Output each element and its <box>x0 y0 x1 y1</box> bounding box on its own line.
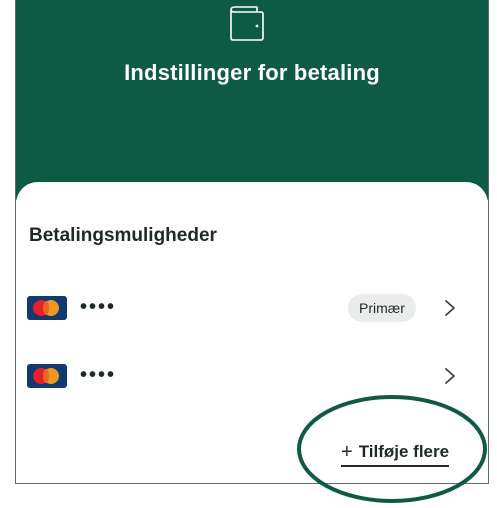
payment-method-row[interactable]: •••• Primær <box>16 288 488 328</box>
chevron-right-icon[interactable] <box>440 366 460 386</box>
wallet-icon <box>230 6 264 41</box>
chevron-right-icon[interactable] <box>440 298 460 318</box>
mastercard-icon <box>27 296 67 320</box>
payment-method-row[interactable]: •••• <box>16 356 488 396</box>
plus-icon: + <box>341 441 353 463</box>
page-title: Indstillinger for betaling <box>124 60 380 85</box>
add-more-label: Tilføje flere <box>358 442 450 461</box>
card-number-masked: •••• <box>80 364 117 386</box>
payment-options-card: Betalingsmuligheder •••• Primær •••• + T… <box>16 182 488 483</box>
payment-settings-screen: Indstillinger for betaling Betalingsmuli… <box>15 0 489 484</box>
card-number-masked: •••• <box>80 296 117 318</box>
header: Indstillinger for betaling <box>16 0 488 200</box>
add-more-button[interactable]: + Tilføje flere <box>341 441 450 467</box>
mastercard-icon <box>27 364 67 388</box>
section-title: Betalingsmuligheder <box>29 225 217 246</box>
primary-badge: Primær <box>348 294 416 322</box>
